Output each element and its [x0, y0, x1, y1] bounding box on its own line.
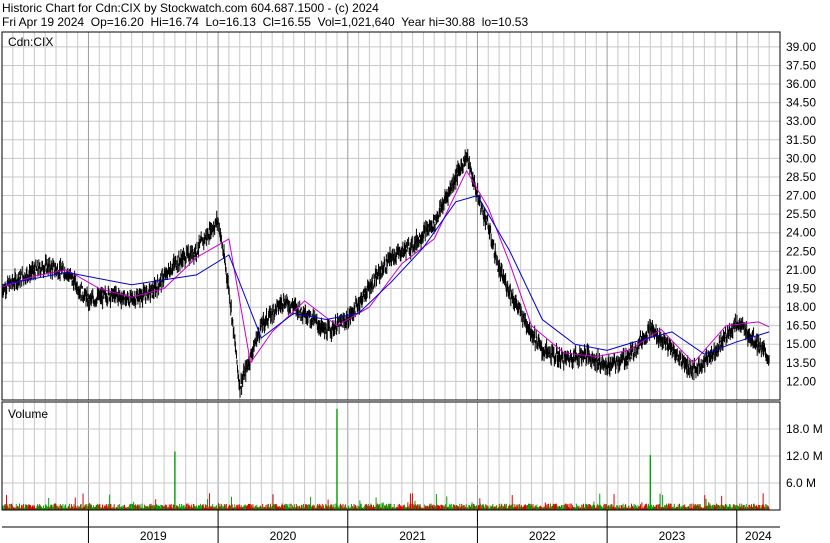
- price-tick-label: 39.00: [786, 40, 816, 54]
- price-bars: [1, 148, 770, 398]
- volume-panel-label: Volume: [8, 407, 48, 421]
- price-tick-label: 37.50: [786, 58, 816, 72]
- price-tick-label: 27.00: [786, 189, 816, 203]
- stock-chart: 12.00 13.50 15.00 16.50 18.00 19.50 21.00 22.50…: [1, 31, 823, 543]
- price-tick-label: 21.00: [786, 263, 816, 277]
- volume-tick-label: 6.0 M: [786, 476, 816, 490]
- price-tick-label: 33.00: [786, 114, 816, 128]
- price-tick-label: 13.50: [786, 356, 816, 370]
- price-tick-label: 22.50: [786, 244, 816, 258]
- x-tick-label: 2019: [140, 529, 167, 543]
- price-tick-label: 25.50: [786, 207, 816, 221]
- price-tick-label: 30.00: [786, 151, 816, 165]
- price-tick-label: 19.50: [786, 281, 816, 295]
- volume-grid: [2, 402, 780, 510]
- price-tick-label: 15.00: [786, 337, 816, 351]
- x-tick-label: 2023: [659, 529, 686, 543]
- price-tick-label: 34.50: [786, 96, 816, 110]
- volume-bars: [1, 408, 770, 510]
- price-tick-label: 36.00: [786, 77, 816, 91]
- volume-tick-label: 18.0 M: [786, 422, 823, 436]
- x-tick-label: 2021: [399, 529, 426, 543]
- price-tick-label: 18.00: [786, 300, 816, 314]
- volume-tick-label: 12.0 M: [786, 449, 823, 463]
- price-tick-label: 16.50: [786, 319, 816, 333]
- price-tick-label: 12.00: [786, 374, 816, 388]
- price-tick-label: 28.50: [786, 170, 816, 184]
- price-tick-label: 31.50: [786, 133, 816, 147]
- x-tick-label: 2024: [745, 529, 772, 543]
- price-panel-label: Cdn:CIX: [8, 35, 53, 49]
- x-tick-label: 2022: [529, 529, 556, 543]
- price-tick-label: 24.00: [786, 226, 816, 240]
- x-tick-label: 2020: [270, 529, 297, 543]
